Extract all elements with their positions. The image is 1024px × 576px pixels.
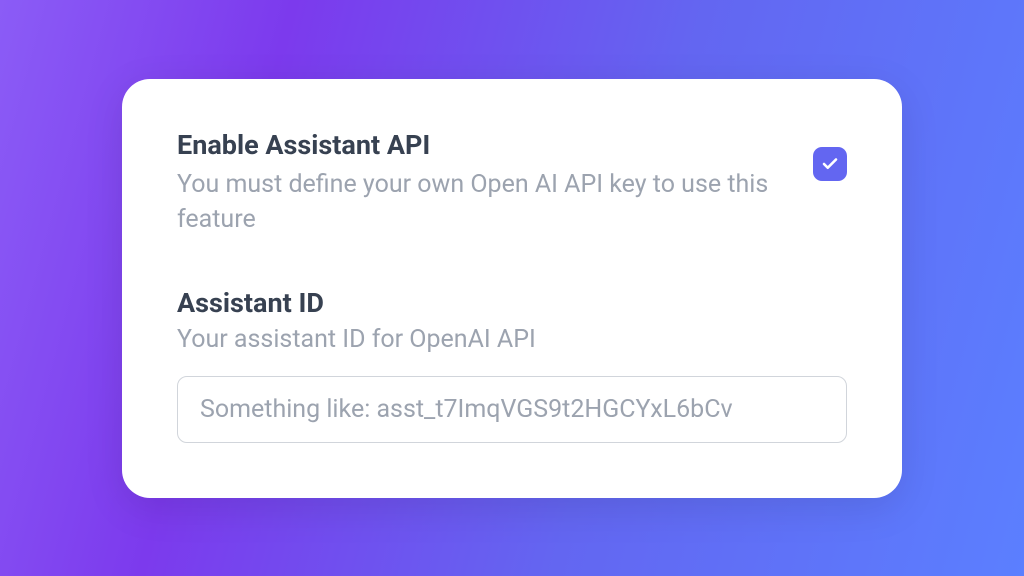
settings-card: Enable Assistant API You must define you… (122, 79, 902, 498)
check-icon (821, 155, 839, 173)
enable-assistant-checkbox[interactable] (813, 147, 847, 181)
enable-assistant-text: Enable Assistant API You must define you… (177, 129, 813, 237)
enable-assistant-description: You must define your own Open AI API key… (177, 167, 773, 237)
enable-assistant-title: Enable Assistant API (177, 129, 773, 161)
enable-assistant-row: Enable Assistant API You must define you… (177, 129, 847, 237)
assistant-id-title: Assistant ID (177, 287, 847, 319)
assistant-id-input[interactable] (177, 376, 847, 443)
assistant-id-section: Assistant ID Your assistant ID for OpenA… (177, 287, 847, 443)
assistant-id-description: Your assistant ID for OpenAI API (177, 325, 847, 354)
